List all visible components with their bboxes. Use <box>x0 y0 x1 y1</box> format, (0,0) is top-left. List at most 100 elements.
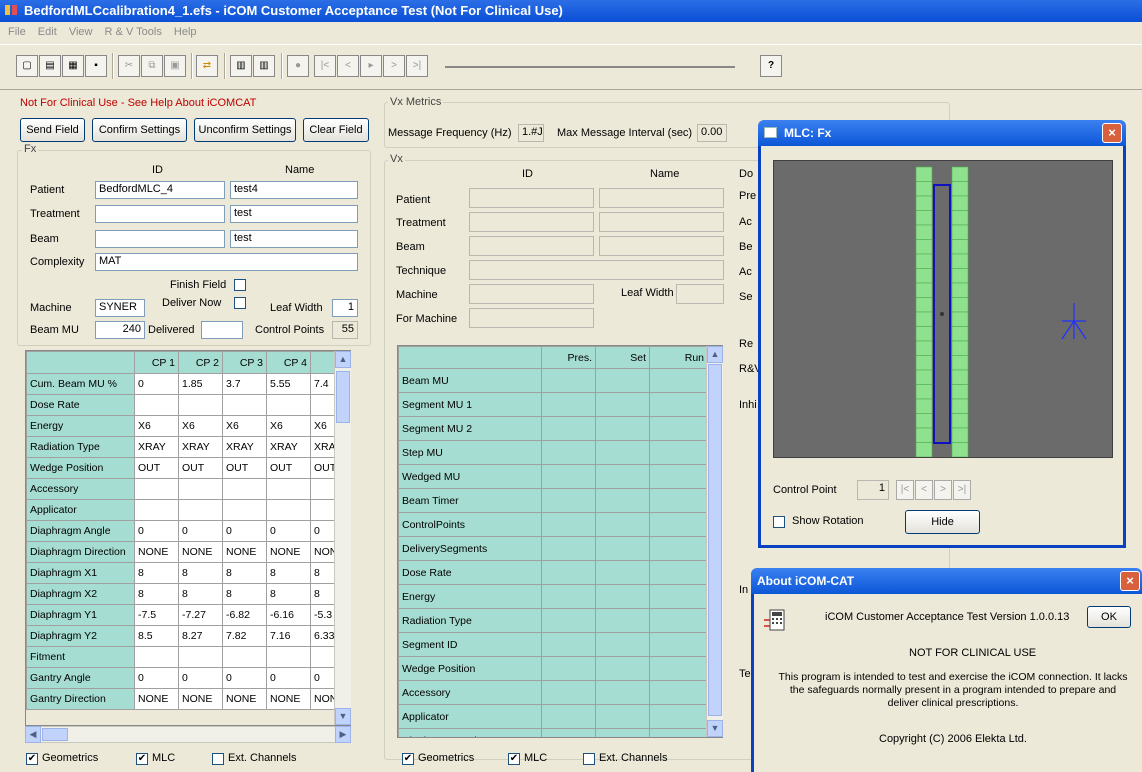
fx-scroll-left-icon[interactable]: ◀ <box>25 726 41 743</box>
fx-table-cell[interactable] <box>134 394 179 416</box>
open-folder-icon[interactable]: ▤ <box>39 55 61 77</box>
fx-table-cell[interactable]: 3.7 <box>222 373 267 395</box>
fx-table-cell[interactable]: X6 <box>266 415 311 437</box>
fx-column-header[interactable]: CP 1 <box>134 351 179 374</box>
menu-view[interactable]: View <box>69 26 93 38</box>
fx-table-cell[interactable]: 0 <box>222 520 267 542</box>
fx-table-cell[interactable] <box>134 646 179 668</box>
fx-table-cell[interactable]: 5.55 <box>266 373 311 395</box>
fx-column-header[interactable]: CP 4 <box>266 351 311 374</box>
patient-name-field[interactable]: test4 <box>230 181 358 199</box>
treatment-name-field[interactable]: test <box>230 205 358 223</box>
fx-table-cell[interactable] <box>178 646 223 668</box>
mlc-last-icon[interactable]: >| <box>953 480 971 500</box>
send-field-button[interactable]: Send Field <box>20 118 85 142</box>
beam-name-field[interactable]: test <box>230 230 358 248</box>
fx-table-cell[interactable]: 7.16 <box>266 625 311 647</box>
fx-table-cell[interactable] <box>134 499 179 521</box>
vx-scroll-up-icon[interactable]: ▲ <box>707 346 723 363</box>
leaf-width-field[interactable]: 1 <box>332 299 358 317</box>
new-file-icon[interactable]: ▢ <box>16 55 38 77</box>
complexity-field[interactable]: MAT <box>95 253 358 271</box>
fx-table-cell[interactable]: 0 <box>134 520 179 542</box>
hide-button[interactable]: Hide <box>905 510 980 534</box>
show-rotation-checkbox[interactable] <box>773 516 785 528</box>
deliver-now-checkbox[interactable] <box>234 297 246 309</box>
menu-rv-tools[interactable]: R & V Tools <box>105 26 162 38</box>
fx-table-hscrollbar[interactable]: ◀ ▶ <box>25 726 351 743</box>
vx-column-header[interactable]: Set <box>595 346 650 369</box>
mlc-next-icon[interactable]: > <box>934 480 952 500</box>
fx-table-cell[interactable]: 8 <box>222 562 267 584</box>
machine-field[interactable]: SYNER <box>95 299 145 317</box>
fx-table-cell[interactable]: 8 <box>266 562 311 584</box>
fx-table-cell[interactable]: 0 <box>222 667 267 689</box>
menu-help[interactable]: Help <box>174 26 197 38</box>
fx-table-cell[interactable]: 8.5 <box>134 625 179 647</box>
finish-field-checkbox[interactable] <box>234 279 246 291</box>
confirm-settings-button[interactable]: Confirm Settings <box>92 118 187 142</box>
vx-icon[interactable]: ▥ <box>253 55 275 77</box>
vx-fx-icon[interactable]: ⇄ <box>196 55 218 77</box>
fx-table-cell[interactable]: NONE <box>178 688 223 710</box>
fx-table-cell[interactable]: NONE <box>266 688 311 710</box>
menu-file[interactable]: File <box>8 26 26 38</box>
fx-column-header[interactable]: CP 3 <box>222 351 267 374</box>
fx-table-cell[interactable]: -7.27 <box>178 604 223 626</box>
fx-table-cell[interactable] <box>178 478 223 500</box>
fx-table-cell[interactable]: XRAY <box>134 436 179 458</box>
fx-table-cell[interactable]: OUT <box>266 457 311 479</box>
fx-table-cell[interactable]: 8 <box>178 562 223 584</box>
mlc-prev-icon[interactable]: < <box>915 480 933 500</box>
fx-table-cell[interactable]: 8 <box>266 583 311 605</box>
vx-mlc-checkbox[interactable]: ✔ <box>508 753 520 765</box>
fx-table-vscrollbar[interactable]: ▲ ▼ <box>334 351 351 725</box>
record-icon[interactable]: ● <box>287 55 309 77</box>
fx-table-cell[interactable] <box>266 394 311 416</box>
fx-column-header[interactable]: CP 2 <box>178 351 223 374</box>
fx-table-cell[interactable] <box>222 478 267 500</box>
menu-edit[interactable]: Edit <box>38 26 57 38</box>
fx-table-cell[interactable]: 8 <box>134 562 179 584</box>
fx-table-cell[interactable]: -7.5 <box>134 604 179 626</box>
vx-column-header[interactable]: Pres. <box>541 346 596 369</box>
fx-table-cell[interactable]: 0 <box>266 667 311 689</box>
ok-button[interactable]: OK <box>1087 606 1131 628</box>
fx-table-cell[interactable]: 0 <box>266 520 311 542</box>
fx-mlc-checkbox[interactable]: ✔ <box>136 753 148 765</box>
fx-table-cell[interactable]: NONE <box>266 541 311 563</box>
playback-slider[interactable] <box>445 66 735 68</box>
fx-table-cell[interactable] <box>134 478 179 500</box>
help-icon[interactable]: ? <box>760 55 782 77</box>
fx-table-cell[interactable]: XRAY <box>266 436 311 458</box>
fx-scroll-thumb[interactable] <box>336 371 350 423</box>
fx-table-cell[interactable] <box>266 478 311 500</box>
fx-table-cell[interactable] <box>222 646 267 668</box>
first-icon[interactable]: |< <box>314 55 336 77</box>
fx-icon[interactable]: ▥ <box>230 55 252 77</box>
fx-table-cell[interactable]: XRAY <box>222 436 267 458</box>
beam-mu-field[interactable]: 240 <box>95 321 145 339</box>
fx-table-cell[interactable]: 0 <box>178 520 223 542</box>
fx-table-cell[interactable] <box>222 499 267 521</box>
fx-table-cell[interactable]: NONE <box>222 541 267 563</box>
fx-table-cell[interactable]: NONE <box>222 688 267 710</box>
save-icon[interactable]: ▪ <box>85 55 107 77</box>
last-icon[interactable]: >| <box>406 55 428 77</box>
vx-ext-checkbox[interactable] <box>583 753 595 765</box>
copy-icon[interactable]: ⧉ <box>141 55 163 77</box>
next-icon[interactable]: > <box>383 55 405 77</box>
mlc-close-icon[interactable]: × <box>1102 123 1122 143</box>
fx-scroll-right-icon[interactable]: ▶ <box>335 726 351 743</box>
fx-table-cell[interactable]: NONE <box>134 688 179 710</box>
fx-scroll-down-icon[interactable]: ▼ <box>335 708 351 725</box>
fx-table-cell[interactable]: X6 <box>178 415 223 437</box>
about-close-icon[interactable]: × <box>1120 571 1140 591</box>
vx-column-header[interactable]: Run <box>649 346 708 369</box>
fx-hscroll-thumb[interactable] <box>42 728 68 741</box>
fx-table-cell[interactable]: 8 <box>178 583 223 605</box>
clear-field-button[interactable]: Clear Field <box>303 118 369 142</box>
fx-table-cell[interactable]: OUT <box>222 457 267 479</box>
fx-scroll-up-icon[interactable]: ▲ <box>335 351 351 368</box>
fx-table-cell[interactable] <box>222 394 267 416</box>
